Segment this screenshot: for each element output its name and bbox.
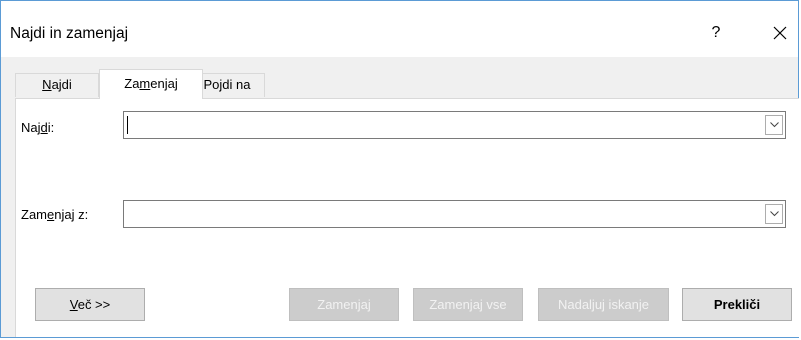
replace-button[interactable]: Zamenjaj [289,288,399,321]
tab-najdi[interactable]: Najdi [15,73,99,97]
cancel-button[interactable]: Prekliči [682,288,792,321]
close-icon [773,26,787,40]
chevron-down-icon [770,211,779,217]
chevron-down-icon [770,122,779,128]
help-button[interactable]: ? [701,18,731,48]
text-caret [127,116,128,134]
replace-dropdown-button[interactable] [765,204,783,224]
find-dropdown-button[interactable] [765,115,783,135]
find-label: Najdi: [21,120,55,135]
dialog-title: Najdi in zamenjaj [10,25,129,42]
find-combobox[interactable] [123,111,786,139]
title-bar: Najdi in zamenjaj ? [1,1,798,57]
replace-input[interactable] [124,201,764,227]
replace-all-button[interactable]: Zamenjaj vse [413,288,523,321]
find-next-button[interactable]: Nadaljuj iskanje [538,288,669,321]
find-input[interactable] [124,112,764,138]
dialog-body: Najdi Pojdi na Zamenjaj Najdi: Zamenjaj … [1,57,799,337]
find-replace-dialog: Najdi in zamenjaj ? Najdi Pojdi na Zamen… [0,0,799,338]
close-button[interactable] [760,18,800,48]
replace-combobox[interactable] [123,200,786,228]
tab-zamenjaj[interactable]: Zamenjaj [99,69,203,99]
replace-label: Zamenjaj z: [21,207,89,222]
more-button[interactable]: Več >> [35,288,145,321]
